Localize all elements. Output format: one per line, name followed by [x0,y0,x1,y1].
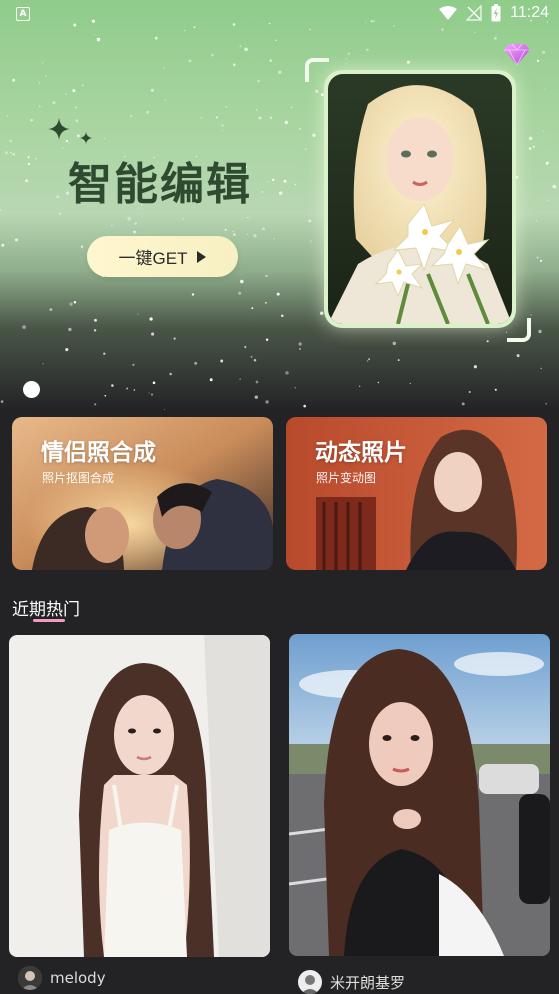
status-bar: A 11:24 [0,0,559,30]
avatar[interactable] [18,966,42,990]
post-card[interactable] [289,634,550,956]
hero-image-frame[interactable] [305,58,531,342]
post-image [289,634,550,956]
card-title: 动态照片 [315,440,407,466]
battery-charging-icon [491,4,501,22]
author-name: 米开朗基罗 [330,973,406,992]
card-title: 情侣照合成 [41,440,156,466]
hero-image-border [324,70,516,328]
avatar-image [18,966,42,990]
hero-illustration [328,74,512,324]
avatar-image [298,970,322,994]
play-triangle-icon [197,250,207,263]
wifi-icon [439,5,458,20]
author-name: melody [50,969,106,987]
hero-title: 智能编辑 [68,159,252,210]
section-underline [33,619,65,622]
one-click-get-button[interactable]: 一键GET [87,236,238,277]
status-time: 11:24 [510,4,549,21]
get-button-label: 一键GET [118,249,188,268]
avatar[interactable] [298,970,322,994]
carousel-indicator-dot[interactable] [23,381,40,398]
post-image [9,635,270,957]
no-signal-icon [466,5,482,21]
couple-photo-card[interactable]: 情侣照合成 照片抠图合成 [12,417,273,570]
post-card[interactable] [9,635,270,957]
post-author[interactable]: 米开朗基罗 [298,970,405,994]
app-notification-icon: A [16,7,30,21]
recent-popular-heading[interactable]: 近期热门 [12,595,80,620]
card-subtitle: 照片变动图 [316,471,377,485]
dynamic-photo-card[interactable]: 动态照片 照片变动图 [286,417,547,570]
sparkle-icon [48,118,92,144]
post-author[interactable]: melody [18,966,106,990]
hero-banner[interactable]: A 11:24 智能编辑 一键GET [0,0,559,410]
card-subtitle: 照片抠图合成 [42,471,115,485]
